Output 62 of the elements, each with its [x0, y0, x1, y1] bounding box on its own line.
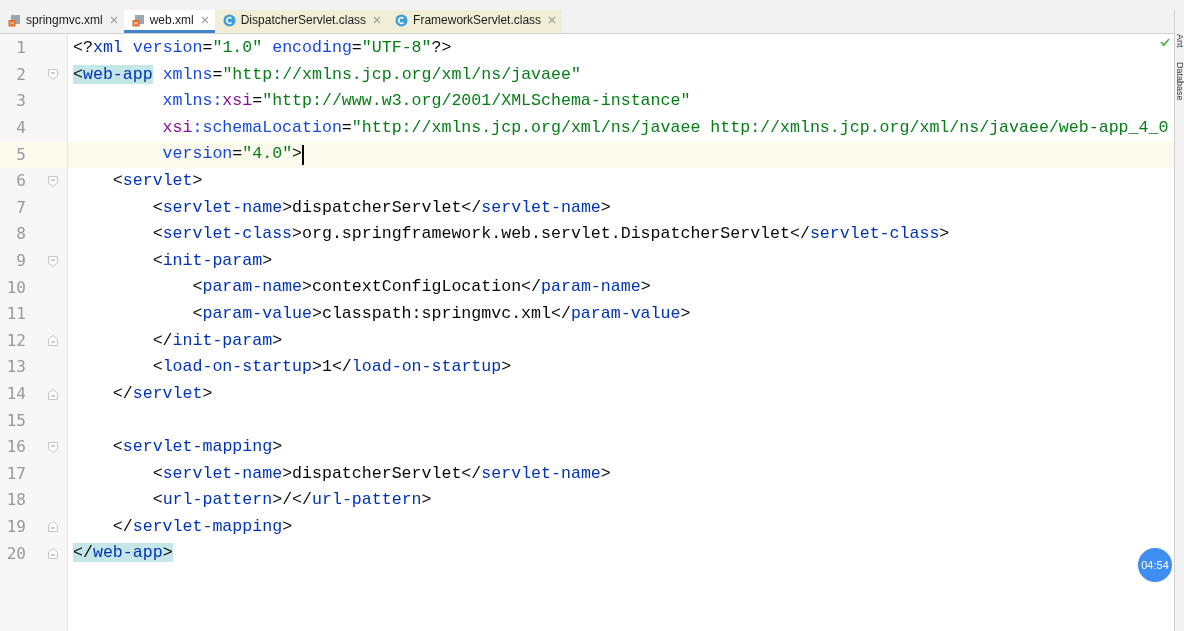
code-line: <servlet> — [112, 169, 203, 192]
fold-marker-icon[interactable] — [48, 175, 58, 187]
editor-tab[interactable]: springmvc.xml — [0, 10, 124, 33]
editor-tab[interactable]: FrameworkServlet.class — [387, 10, 563, 33]
code-line: <load-on-startup>1</load-on-startup> — [152, 356, 512, 379]
code-line: <param-name>contextConfigLocation</param-name> — [192, 276, 651, 299]
fold-marker-icon[interactable] — [48, 548, 58, 560]
code-line: <init-param> — [152, 249, 273, 272]
code-line: xsi:schemaLocation="http://xmlns.jcp.org/xml/ns/javaee http://xmlns.jcp.org/xml/ns/javaee/web-app_4_0 — [162, 116, 1169, 139]
fold-marker-icon[interactable] — [48, 69, 58, 81]
close-icon[interactable] — [548, 16, 557, 24]
line-number: 15 — [5, 409, 26, 432]
line-number: 17 — [5, 462, 26, 485]
code-line: <servlet-name>dispatcherServlet</servlet-name> — [152, 196, 611, 219]
line-number: 10 — [5, 276, 26, 299]
line-number: 2 — [15, 63, 26, 86]
code-line: </web-app> — [73, 542, 173, 565]
text-cursor — [302, 144, 305, 165]
fold-marker-icon[interactable] — [48, 335, 58, 347]
line-number: 5 — [15, 143, 26, 166]
code-line: <servlet-mapping> — [112, 435, 283, 458]
line-number: 20 — [5, 542, 26, 565]
line-number: 7 — [15, 196, 26, 219]
code-line: <url-pattern>/</url-pattern> — [152, 489, 432, 512]
line-number: 16 — [5, 436, 26, 459]
line-number: 1 — [15, 37, 26, 60]
xml-file-icon — [131, 13, 145, 27]
close-icon[interactable] — [109, 16, 118, 24]
check-icon — [1160, 38, 1170, 47]
line-number: 18 — [5, 489, 26, 512]
line-number: 4 — [15, 117, 26, 140]
code-line: </servlet-mapping> — [112, 515, 293, 538]
code-line: <param-value>classpath:springmvc.xml</param-value> — [192, 302, 691, 325]
code-line: <web-app xmlns="http://xmlns.jcp.org/xml/ns/javaee" — [73, 63, 581, 86]
line-number: 8 — [15, 223, 26, 246]
line-number: 12 — [5, 329, 26, 352]
fold-marker-icon[interactable] — [48, 441, 58, 453]
close-icon[interactable] — [373, 16, 382, 24]
line-number: 19 — [5, 516, 26, 538]
editor-tab[interactable]: web.xml — [123, 10, 215, 33]
timer-badge: 04:54 — [1136, 546, 1174, 584]
code-line: xmlns:xsi="http://www.w3.org/2001/XMLSchema-instance" — [162, 90, 691, 113]
xml-file-icon — [8, 13, 21, 27]
close-icon[interactable] — [200, 16, 209, 24]
class-file-icon — [222, 13, 236, 27]
line-number: 14 — [5, 383, 26, 405]
code-line: <servlet-class>org.springframework.web.servlet.DispatcherServlet</servlet-class> — [152, 223, 950, 246]
code-line: <servlet-name>dispatcherServlet</servlet-name> — [152, 462, 611, 485]
line-number: 11 — [5, 303, 26, 326]
editor-tab[interactable]: DispatcherServlet.class — [214, 10, 388, 33]
line-number: 9 — [15, 250, 26, 273]
code-line: version="4.0"> — [162, 143, 303, 166]
line-number: 6 — [15, 170, 26, 193]
code-line: </servlet> — [112, 382, 213, 405]
fold-marker-icon[interactable] — [48, 255, 58, 267]
line-number: 3 — [15, 90, 26, 113]
code-line: </init-param> — [152, 329, 283, 352]
code-line: <?xml version="1.0" encoding="UTF-8"?> — [73, 37, 452, 59]
fold-marker-icon[interactable] — [48, 521, 58, 533]
line-number: 13 — [5, 356, 26, 379]
fold-marker-icon[interactable] — [48, 388, 58, 400]
class-file-icon — [395, 13, 409, 27]
